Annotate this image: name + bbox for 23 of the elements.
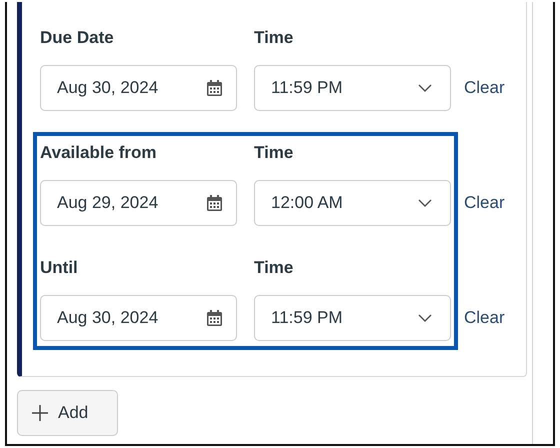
clear-link[interactable]: Clear xyxy=(464,75,505,101)
add-button[interactable]: Add xyxy=(17,390,118,436)
chevron-down-icon xyxy=(418,84,432,92)
field-label: Due Date xyxy=(40,27,115,49)
chevron-down-icon xyxy=(418,314,432,322)
date-field[interactable]: Aug 29, 2024 xyxy=(40,180,237,226)
chevron-down-icon xyxy=(418,199,432,207)
date-field[interactable]: Aug 30, 2024 xyxy=(40,65,237,111)
time-dropdown[interactable]: 12:00 AM xyxy=(254,180,451,226)
field-label: Available from xyxy=(40,142,158,164)
field-label: Time xyxy=(254,142,294,164)
plus-icon xyxy=(32,405,48,421)
field-label: Time xyxy=(254,257,294,279)
time-dropdown[interactable]: 11:59 PM xyxy=(254,295,451,341)
field-label: Until xyxy=(40,257,79,279)
field-label: Time xyxy=(254,27,294,49)
time-dropdown[interactable]: 11:59 PM xyxy=(254,65,451,111)
calendar-icon[interactable] xyxy=(207,195,222,211)
calendar-icon[interactable] xyxy=(207,310,222,326)
calendar-icon[interactable] xyxy=(207,80,222,96)
date-field[interactable]: Aug 30, 2024 xyxy=(40,295,237,341)
clear-link[interactable]: Clear xyxy=(464,305,505,331)
clear-link[interactable]: Clear xyxy=(464,190,505,216)
